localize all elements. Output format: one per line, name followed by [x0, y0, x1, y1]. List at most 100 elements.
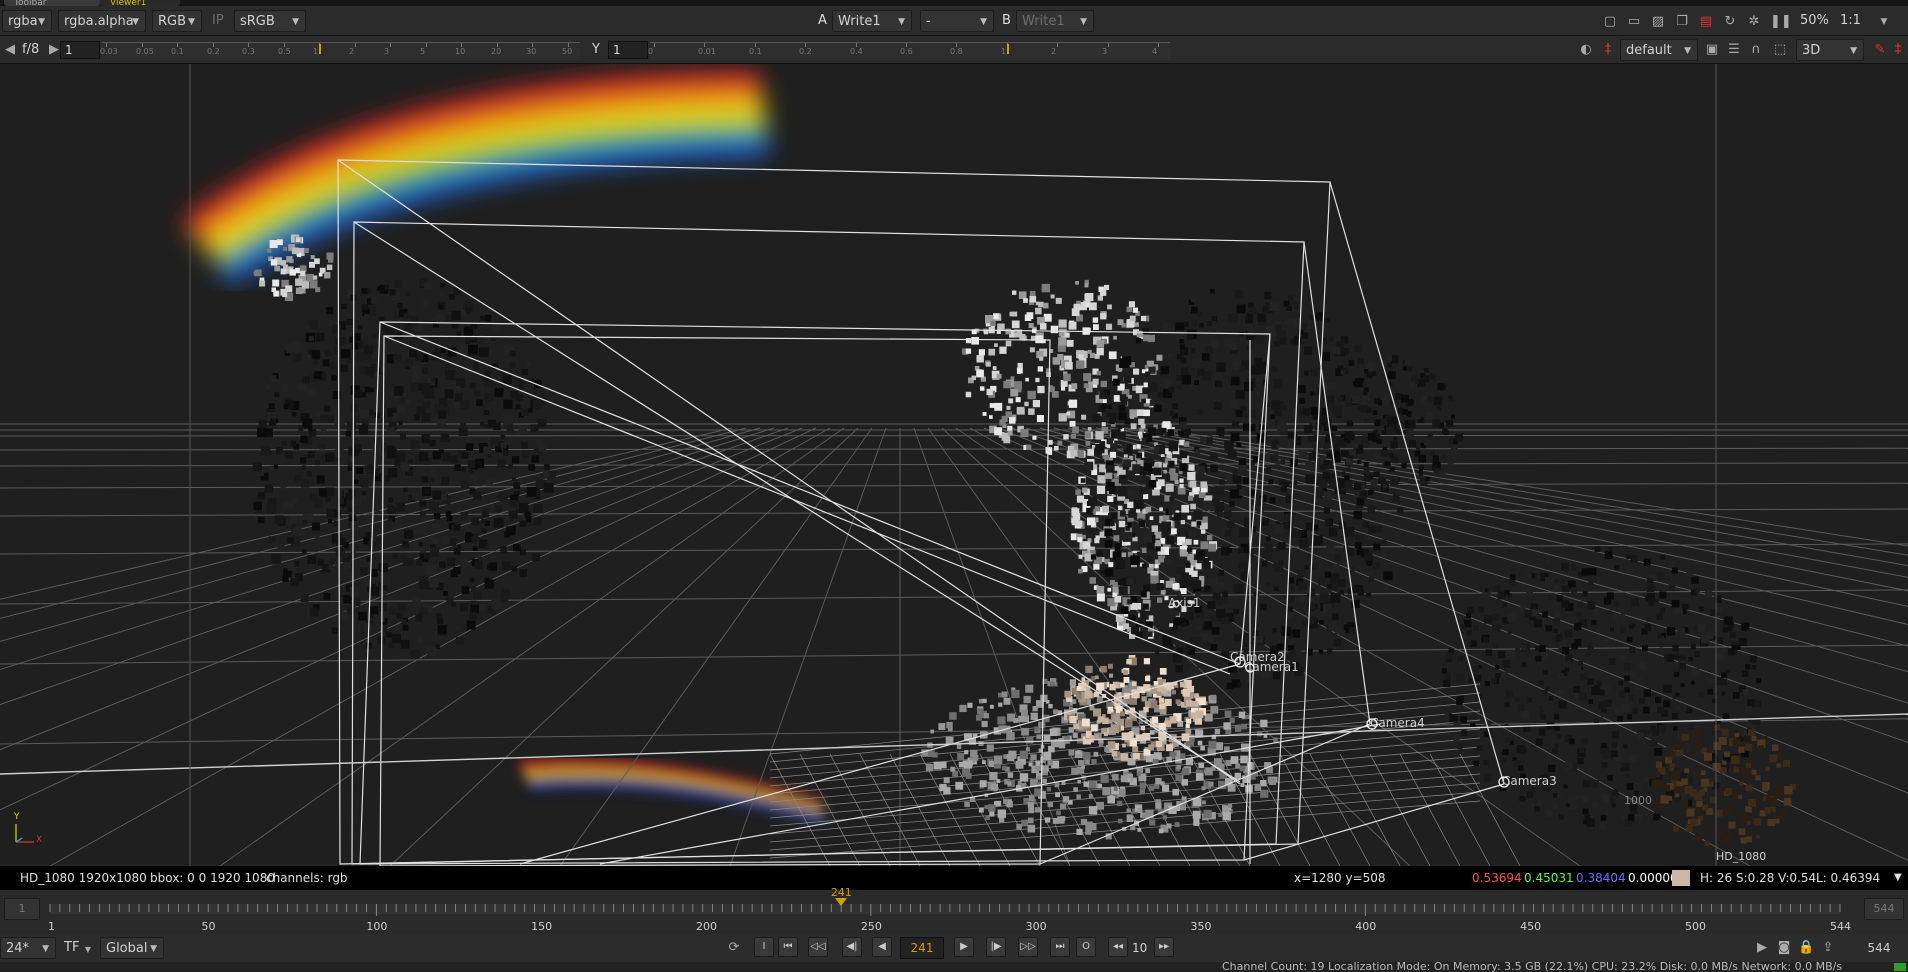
prev-keyframe-button[interactable]: ◁◁	[808, 937, 828, 957]
view-mode-dropdown[interactable]: 3D ▼	[1796, 39, 1864, 61]
alpha-channel-dropdown[interactable]: rgba.alpha ▼	[58, 10, 146, 32]
lock-icon[interactable]: 🔒	[1798, 940, 1814, 956]
gamma-input[interactable]: 1	[608, 41, 648, 59]
range-value: Global	[106, 941, 148, 956]
slider-tick-label: 0.3	[242, 47, 255, 56]
slider-tick-label: 0.4	[850, 47, 863, 56]
arrow-left-icon[interactable]: ◀	[2, 42, 18, 58]
refresh-icon[interactable]: ↻	[1722, 14, 1738, 30]
pixel-alpha: 0.00000	[1628, 871, 1678, 885]
viewer-info-bar: HD_1080 1920x1080 bbox: 0 0 1920 1080 ch…	[0, 866, 1908, 890]
slider-tick-label: 0.5	[278, 47, 291, 56]
slider-tick-label: 0.03	[100, 47, 118, 56]
chevron-down-icon[interactable]: ▼	[1894, 866, 1902, 890]
slider-tick-label: 0.1	[171, 47, 184, 56]
lut-dropdown[interactable]: default ▼	[1620, 39, 1698, 61]
out-point-button[interactable]: O	[1076, 937, 1096, 957]
point-cloud	[252, 234, 1796, 846]
menu-icon[interactable]: ☰	[1726, 42, 1742, 58]
wipe-operation-dropdown[interactable]: - ▼	[920, 10, 994, 32]
node-label-camera3[interactable]: Camera3	[1502, 774, 1557, 788]
viewer-3d[interactable]: Axis1 Camera2 Camera1 Camera4 Camera3 10…	[0, 64, 1908, 866]
export-icon[interactable]: ⇪	[1820, 940, 1836, 956]
region-icon[interactable]: ▭	[1626, 14, 1642, 30]
status-bar: Channel Count: 19 Localization Mode: On …	[0, 962, 1908, 972]
next-keyframe-button[interactable]: ▷▷	[1018, 937, 1038, 957]
grid-size-label: 1000	[1624, 794, 1652, 807]
range-dropdown[interactable]: Global ▼	[100, 937, 164, 959]
camera-icon[interactable]: ▣	[1704, 42, 1720, 58]
timeline-label: 50	[201, 920, 216, 933]
slider-tick	[654, 43, 655, 47]
capture-icon[interactable]: ◙	[1776, 940, 1792, 956]
slider-thumb[interactable]	[319, 44, 321, 54]
flipbook-icon[interactable]: ▶	[1754, 940, 1770, 956]
channels-dropdown[interactable]: rgba ▼	[2, 10, 52, 32]
timeline[interactable]: 1 544 1 50 100 150 200 250 300 350 400 450 500 544 …	[0, 886, 1908, 934]
slider-tick-label: 10	[455, 47, 466, 56]
hatch-icon[interactable]: ▨	[1650, 14, 1666, 30]
selection-icon[interactable]: ⬚	[1772, 42, 1788, 58]
in-point-button[interactable]: I	[754, 937, 774, 957]
curve-icon[interactable]: ∩	[1748, 42, 1764, 58]
fstop-label[interactable]: f/8	[22, 39, 39, 61]
format-corner-label: HD_1080	[1716, 850, 1767, 863]
axis-x-label: X	[36, 835, 43, 845]
current-frame-input[interactable]: 241	[900, 937, 944, 959]
frame-step-input[interactable]: 10	[1132, 937, 1147, 959]
end-frame-display: 544	[1867, 941, 1891, 955]
bbox-info: bbox: 0 0 1920 1080	[150, 871, 275, 885]
pause-icon[interactable]: ❚❚	[1770, 14, 1792, 30]
chevron-down-icon: ▼	[980, 17, 987, 27]
ip-toggle[interactable]: IP	[212, 10, 224, 32]
input-b-dropdown[interactable]: Write1 ▼	[1016, 10, 1094, 32]
fps-dropdown[interactable]: 24* ▼	[0, 937, 56, 959]
node-label-axis1[interactable]: Axis1	[1168, 596, 1201, 610]
roi-icon[interactable]: ▢	[1602, 14, 1618, 30]
ratio-dropdown[interactable]: 1:1	[1840, 10, 1861, 32]
input-a-value: Write1	[838, 14, 881, 29]
input-a-dropdown[interactable]: Write1 ▼	[832, 10, 912, 32]
skip-back-button[interactable]: ◂◂	[1108, 937, 1128, 957]
slider-tick-label: 2	[349, 47, 355, 56]
display-channels-dropdown[interactable]: RGB ▼	[152, 10, 202, 32]
play-backward-button[interactable]: ◀	[872, 937, 892, 957]
record-icon[interactable]: ▤	[1698, 14, 1714, 30]
proxy-red-icon[interactable]: ‡	[1890, 42, 1906, 58]
viewer-top-bar: rgba ▼ rgba.alpha ▼ RGB ▼ IP sRGB ▼ A Write1…	[0, 6, 1908, 36]
timeline-label: 250	[860, 920, 882, 933]
slider-tick	[1158, 43, 1159, 47]
first-frame-button[interactable]: ⏮	[778, 937, 798, 957]
timeline-label: 350	[1190, 920, 1212, 933]
zoom-dropdown[interactable]: 50%	[1800, 10, 1829, 32]
colorspace-dropdown[interactable]: sRGB ▼	[234, 10, 306, 32]
paint-icon[interactable]: ✎	[1872, 42, 1888, 58]
chevron-down-icon: ▼	[188, 17, 195, 27]
node-label-camera1[interactable]: Camera1	[1244, 660, 1299, 674]
gamma-slider[interactable]: 0 0.01 0.1 0.2 0.4 0.6 0.8 1 2 3 4	[648, 42, 1170, 60]
lut-value: default	[1626, 43, 1672, 58]
slider-thumb[interactable]	[1007, 44, 1009, 54]
slider-tick-label: 0.6	[900, 47, 913, 56]
slider-tick	[355, 43, 356, 47]
gain-slider[interactable]: 0.03 0.05 0.1 0.2 0.3 0.5 1 2 3 5 10 20 30 50	[100, 42, 580, 60]
chevron-down-icon: ▼	[1080, 17, 1087, 27]
proxy-icon[interactable]: ‡	[1600, 42, 1616, 58]
chevron-down-icon[interactable]: ▼	[1876, 14, 1892, 30]
play-forward-button[interactable]: ▶	[954, 937, 974, 957]
next-frame-button[interactable]: |▶	[986, 937, 1006, 957]
node-label-camera4[interactable]: Camera4	[1370, 716, 1425, 730]
last-frame-button[interactable]: ⏭	[1050, 937, 1070, 957]
loop-icon[interactable]: ⟳	[726, 940, 742, 956]
chevron-down-icon: ▼	[1850, 46, 1857, 56]
slider-tick	[1108, 43, 1109, 47]
timecode-format-dropdown[interactable]: TF	[64, 937, 79, 959]
exposure-icon[interactable]: ◐	[1578, 42, 1594, 58]
prev-frame-button[interactable]: ◀|	[842, 937, 862, 957]
settings-icon[interactable]: ✲	[1746, 14, 1762, 30]
skip-forward-button[interactable]: ▸▸	[1154, 937, 1174, 957]
gain-input[interactable]: 1	[60, 41, 100, 59]
slider-tick-label: 1	[313, 47, 319, 56]
playhead-icon[interactable]	[834, 898, 847, 906]
layers-icon[interactable]: ❐	[1674, 14, 1690, 30]
